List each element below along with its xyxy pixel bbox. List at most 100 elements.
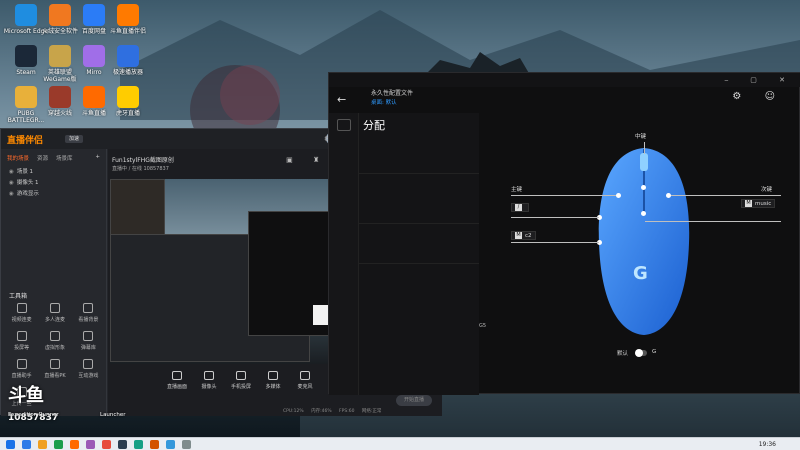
desktop-icon[interactable]: 极速播放器 bbox=[104, 45, 152, 76]
slash-key-binding[interactable]: / bbox=[511, 203, 529, 212]
toolbox-title: 工具箱 bbox=[9, 293, 28, 300]
tool-icon bbox=[16, 331, 27, 341]
taskbar-app-icon[interactable] bbox=[54, 440, 63, 449]
ghub-top-icons[interactable]: ⚙ ☺ bbox=[732, 91, 785, 102]
bottom-tool-button[interactable]: 手机投屏 bbox=[230, 371, 252, 403]
toolbox-item[interactable]: 弹幕库 bbox=[72, 331, 105, 351]
tool-icon bbox=[83, 303, 94, 313]
windows-start-icon[interactable] bbox=[6, 440, 15, 449]
tool-icon bbox=[49, 331, 60, 341]
toolbox-item[interactable]: 直播看PK bbox=[38, 359, 71, 379]
tool-label: 投屏等 bbox=[14, 345, 30, 351]
music-binding[interactable]: Mmusic bbox=[741, 199, 776, 208]
taskbar-app-icon[interactable] bbox=[182, 440, 191, 449]
tool-icon bbox=[236, 371, 246, 380]
taskbar-app-icon[interactable] bbox=[166, 440, 175, 449]
bottom-tool-button[interactable]: 直播画面 bbox=[166, 371, 188, 403]
tab-scene-lib[interactable]: 场景库 bbox=[56, 154, 73, 162]
c2-binding[interactable]: Mc2 bbox=[511, 231, 536, 240]
taskbar-app-icon[interactable] bbox=[70, 440, 79, 449]
douyu-watermark: 斗鱼 10857837 bbox=[8, 387, 62, 435]
room-subtitle: 直播中 / 在线 10857837 bbox=[112, 166, 169, 172]
tool-label: 多媒体 bbox=[265, 384, 281, 390]
toolbox-item[interactable]: 投屏等 bbox=[5, 331, 38, 351]
mouse-stage: G 中键 主键 次键 / Mmusic Mc2 默认 G bbox=[479, 113, 800, 395]
right-button-dot[interactable] bbox=[666, 193, 671, 198]
back-arrow-icon[interactable]: ← bbox=[337, 93, 346, 106]
profile-selector[interactable]: 桌面: 默认 bbox=[371, 98, 397, 106]
middle-button-label: 中键 bbox=[635, 134, 647, 140]
left-tabs: 我的场景 资源 场景库 + bbox=[1, 149, 106, 167]
desktop-icon[interactable]: 斗鱼直播伴侣 bbox=[104, 4, 152, 35]
toolbox-item[interactable]: 虚拟形象 bbox=[38, 331, 71, 351]
logitech-g-logo: G bbox=[633, 263, 648, 284]
tool-label: 弹幕库 bbox=[80, 345, 96, 351]
app-icon bbox=[117, 45, 139, 67]
add-icon[interactable]: + bbox=[95, 154, 100, 162]
tab-resources[interactable]: 资源 bbox=[37, 154, 48, 162]
bottom-tool-button[interactable]: 摄像头 bbox=[198, 371, 220, 403]
callout-line bbox=[644, 142, 645, 154]
taskbar-app-icon[interactable] bbox=[102, 440, 111, 449]
ghub-sidebar bbox=[329, 113, 359, 395]
douyu-logo: 斗鱼 bbox=[8, 385, 44, 406]
eye-icon[interactable]: ◉ bbox=[9, 191, 14, 197]
tool-label: 互动游戏 bbox=[78, 373, 99, 379]
toolbox-item[interactable]: 多人连麦 bbox=[38, 303, 71, 323]
tool-label: 手机投屏 bbox=[230, 384, 251, 390]
dpi-button-dot[interactable] bbox=[641, 211, 646, 216]
room-title[interactable]: Fun1stylFHG截图原创 bbox=[112, 155, 174, 164]
desktop-icon[interactable]: 虎牙直播 bbox=[104, 86, 152, 117]
app-icon bbox=[83, 4, 105, 26]
callout-line bbox=[511, 242, 599, 243]
taskbar-app-icon[interactable] bbox=[86, 440, 95, 449]
launcher-label: Launcher bbox=[100, 412, 126, 418]
toolbox-item[interactable]: 直播助手 bbox=[5, 359, 38, 379]
scene-item[interactable]: ◉ 场景 1 bbox=[1, 167, 106, 178]
app-icon bbox=[83, 45, 105, 67]
accelerate-badge[interactable]: 加速 bbox=[65, 135, 84, 143]
app-icon bbox=[83, 86, 105, 108]
scene-item[interactable]: ◉ 摄像头 1 bbox=[1, 178, 106, 189]
status-bar: CPU:12% 内存:46% FPS:60 网络:正常 bbox=[283, 409, 382, 414]
middle-button-dot[interactable] bbox=[641, 185, 646, 190]
left-button-dot[interactable] bbox=[616, 193, 621, 198]
toolbox-item[interactable]: 视频连麦 bbox=[5, 303, 38, 323]
tool-label: 直播画面 bbox=[166, 384, 187, 390]
app-icon bbox=[15, 45, 37, 67]
toolbox-item[interactable]: 看播背景 bbox=[72, 303, 105, 323]
ghub-window[interactable]: ⎯ ▢ ✕ ← 永久性配置文件 桌面: 默认 ⚙ ☺ 分配 G5 G 中键 主键 bbox=[328, 72, 800, 395]
taskbar-app-icon[interactable] bbox=[134, 440, 143, 449]
app-icon bbox=[117, 86, 139, 108]
app-icon bbox=[49, 45, 71, 67]
g-shift-label: G bbox=[652, 349, 657, 355]
taskbar-app-icon[interactable] bbox=[22, 440, 31, 449]
tool-icon bbox=[172, 371, 182, 380]
taskbar-app-icon[interactable] bbox=[150, 440, 159, 449]
tool-label: 摄像头 bbox=[201, 384, 217, 390]
tool-label: 虚拟形象 bbox=[44, 345, 65, 351]
g-shift-toggle[interactable] bbox=[635, 349, 647, 357]
callout-line bbox=[511, 195, 617, 196]
eye-icon[interactable]: ◉ bbox=[9, 180, 14, 186]
taskbar-app-icon[interactable] bbox=[38, 440, 47, 449]
clock[interactable]: 19:36 bbox=[759, 441, 776, 448]
profile-title: 永久性配置文件 bbox=[371, 90, 414, 97]
expedition-runner-label: Expedition Runner bbox=[8, 412, 59, 418]
taskbar-app-icon[interactable] bbox=[118, 440, 127, 449]
assign-tool-icon[interactable] bbox=[337, 119, 351, 131]
ghub-window-controls[interactable]: ⎯ ▢ ✕ bbox=[725, 76, 795, 85]
scene-item[interactable]: ◉ 游戏显示 bbox=[1, 189, 106, 200]
eye-icon[interactable]: ◉ bbox=[9, 169, 14, 175]
bottom-tool-button[interactable]: 麦克风 bbox=[294, 371, 316, 403]
tool-label: 直播助手 bbox=[11, 373, 32, 379]
desktop-icon-label: 虎牙直播 bbox=[115, 110, 140, 117]
callout-line bbox=[669, 195, 781, 196]
toolbox-item[interactable]: 互动游戏 bbox=[72, 359, 105, 379]
bottom-tool-button[interactable]: 多媒体 bbox=[262, 371, 284, 403]
callout-line bbox=[511, 217, 599, 218]
mouse-image: G bbox=[598, 148, 690, 335]
tool-label: 视频连麦 bbox=[11, 317, 32, 323]
tool-icon bbox=[268, 371, 278, 380]
tab-my-scenes[interactable]: 我的场景 bbox=[7, 154, 29, 162]
